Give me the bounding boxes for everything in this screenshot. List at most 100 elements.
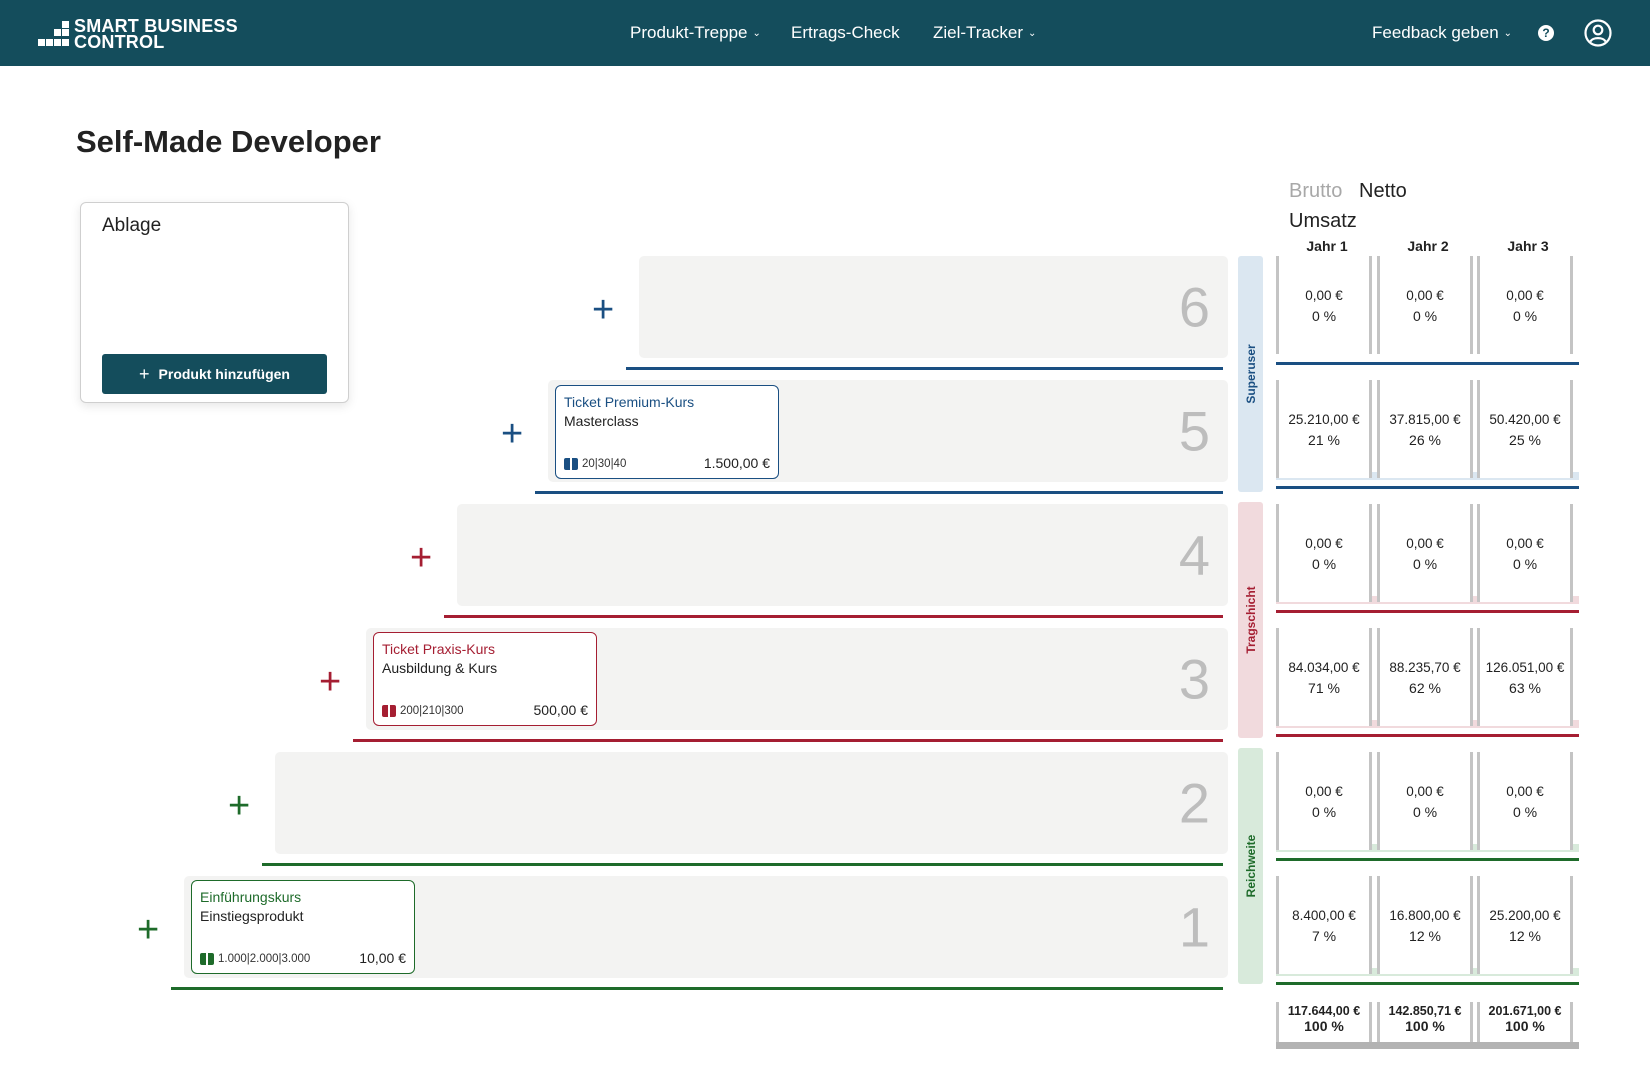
umsatz-percent: 0 % <box>1512 308 1538 324</box>
chevron-down-icon: ⌄ <box>1028 27 1037 39</box>
umsatz-percent: 0 % <box>1412 556 1438 572</box>
product-card-premium-kurs[interactable]: Ticket Premium-Kurs Masterclass 20|30|40… <box>555 385 779 479</box>
umsatz-title: Umsatz <box>1289 210 1357 232</box>
step-1-line <box>171 987 1223 990</box>
umsatz-value: 25.210,00 € <box>1288 412 1360 427</box>
step-number: 2 <box>1178 771 1210 835</box>
umsatz-value: 0,00 € <box>1506 784 1544 799</box>
add-to-step-4-plus-icon[interactable]: + <box>410 539 432 577</box>
umsatz-cell-step-6-jahr-3: 0,00 € 0 % <box>1477 256 1573 354</box>
toggle-netto[interactable]: Netto <box>1359 180 1407 203</box>
total-cell-jahr-3: 201.671,00 € 100 % <box>1477 1002 1573 1046</box>
umsatz-value: 16.800,00 € <box>1389 908 1461 923</box>
page-title: Self-Made Developer <box>76 124 381 159</box>
product-card-einfuehrungskurs[interactable]: Einführungskurs Einstiegsprodukt 1.000|2… <box>191 880 415 974</box>
toggle-brutto[interactable]: Brutto <box>1289 180 1342 203</box>
umsatz-percent: 0 % <box>1412 308 1438 324</box>
umsatz-percent: 0 % <box>1412 804 1438 820</box>
umsatz-cell-step-1-jahr-1: 8.400,00 € 7 % <box>1276 876 1372 974</box>
add-to-step-1-plus-icon[interactable]: + <box>137 911 159 949</box>
step-6: 6 <box>639 256 1228 358</box>
umsatz-cell-step-3-jahr-2: 88.235,70 € 62 % <box>1377 628 1473 726</box>
step-number: 1 <box>1178 895 1210 959</box>
step-2: 2 <box>275 752 1228 854</box>
umsatz-cell-step-6-jahr-2: 0,00 € 0 % <box>1377 256 1473 354</box>
umsatz-value: 88.235,70 € <box>1389 660 1461 675</box>
step-number: 5 <box>1178 399 1210 463</box>
umsatz-percent: 71 % <box>1308 680 1340 696</box>
umsatz-cell-step-6-jahr-1: 0,00 € 0 % <box>1276 256 1372 354</box>
logo-squares-icon <box>36 17 70 51</box>
umsatz-value: 0,00 € <box>1506 288 1544 303</box>
umsatz-percent: 62 % <box>1409 680 1441 696</box>
umsatz-value: 8.400,00 € <box>1292 908 1356 923</box>
logo[interactable]: SMART BUSINESS CONTROL <box>36 17 238 51</box>
umsatz-value: 37.815,00 € <box>1389 412 1461 427</box>
card-units: 1.000|2.000|3.000 <box>200 953 310 965</box>
umsatz-percent: 7 % <box>1311 928 1337 944</box>
ablage-panel: Ablage + Produkt hinzufügen <box>80 202 349 403</box>
umsatz-percent: 12 % <box>1509 928 1541 944</box>
nav-ertrags-check[interactable]: Ertrags-Check <box>791 0 900 66</box>
card-units: 200|210|300 <box>382 705 464 717</box>
umsatz-cell-step-2-jahr-2: 0,00 € 0 % <box>1377 752 1473 850</box>
umsatz-value: 126.051,00 € <box>1485 660 1565 675</box>
chevron-down-icon: ⌄ <box>752 27 761 39</box>
ablage-title: Ablage <box>102 215 162 236</box>
card-title: Ticket Premium-Kurs <box>564 394 695 410</box>
umsatz-cell-step-2-jahr-1: 0,00 € 0 % <box>1276 752 1372 850</box>
umsatz-value: 0,00 € <box>1506 536 1544 551</box>
tier-superuser: Superuser <box>1238 256 1263 492</box>
umsatz-percent: 0 % <box>1512 556 1538 572</box>
nav-feedback-geben[interactable]: Feedback geben ⌄ <box>1372 0 1512 66</box>
add-to-step-3-plus-icon[interactable]: + <box>319 663 341 701</box>
column-header-jahr-2: Jahr 2 <box>1407 238 1449 254</box>
umsatz-value: 50.420,00 € <box>1489 412 1561 427</box>
top-navigation-bar: SMART BUSINESS CONTROL Produkt-Treppe ⌄ E… <box>0 0 1650 66</box>
umsatz-cell-step-4-jahr-2: 0,00 € 0 % <box>1377 504 1473 602</box>
umsatz-percent: 12 % <box>1409 928 1441 944</box>
umsatz-value: 84.034,00 € <box>1288 660 1360 675</box>
product-card-praxis-kurs[interactable]: Ticket Praxis-Kurs Ausbildung & Kurs 200… <box>373 632 597 726</box>
add-to-step-5-plus-icon[interactable]: + <box>501 415 523 453</box>
row-line-step-2 <box>1276 858 1579 861</box>
umsatz-cell-step-1-jahr-2: 16.800,00 € 12 % <box>1377 876 1473 974</box>
help-icon[interactable]: ? <box>1538 25 1554 41</box>
total-cell-jahr-2: 142.850,71 € 100 % <box>1377 1002 1473 1046</box>
nav-ziel-tracker[interactable]: Ziel-Tracker ⌄ <box>933 0 1036 66</box>
card-price: 10,00 € <box>359 950 406 966</box>
card-price: 500,00 € <box>533 702 589 718</box>
plus-icon: + <box>139 363 150 384</box>
step-4: 4 <box>457 504 1228 606</box>
umsatz-percent: 21 % <box>1308 432 1340 448</box>
step-number: 4 <box>1178 523 1210 587</box>
chevron-down-icon: ⌄ <box>1503 27 1513 39</box>
card-price: 1.500,00 € <box>703 455 770 471</box>
user-account-icon[interactable] <box>1584 19 1612 47</box>
umsatz-percent: 0 % <box>1311 804 1337 820</box>
nav-produkt-treppe[interactable]: Produkt-Treppe ⌄ <box>630 0 761 66</box>
step-4-line <box>444 615 1223 618</box>
row-line-step-4 <box>1276 610 1579 613</box>
row-line-step-3 <box>1276 734 1579 737</box>
umsatz-cell-step-5-jahr-1: 25.210,00 € 21 % <box>1276 380 1372 478</box>
add-product-button[interactable]: + Produkt hinzufügen <box>102 354 327 394</box>
step-2-line <box>262 863 1223 866</box>
card-title: Einführungskurs <box>200 889 302 905</box>
umsatz-value: 0,00 € <box>1305 784 1343 799</box>
umsatz-percent: 0 % <box>1512 804 1538 820</box>
step-5-line <box>535 491 1223 494</box>
umsatz-value: 0,00 € <box>1406 536 1444 551</box>
card-units: 20|30|40 <box>564 458 626 470</box>
total-cell-jahr-1: 117.644,00 € 100 % <box>1276 1002 1372 1046</box>
total-bar <box>1276 1042 1579 1049</box>
add-to-step-6-plus-icon[interactable]: + <box>592 291 614 329</box>
umsatz-cell-step-2-jahr-3: 0,00 € 0 % <box>1477 752 1573 850</box>
add-to-step-2-plus-icon[interactable]: + <box>228 787 250 825</box>
umsatz-cell-step-5-jahr-2: 37.815,00 € 26 % <box>1377 380 1473 478</box>
umsatz-cell-step-3-jahr-1: 84.034,00 € 71 % <box>1276 628 1372 726</box>
umsatz-percent: 0 % <box>1311 308 1337 324</box>
column-header-jahr-3: Jahr 3 <box>1507 238 1549 254</box>
card-title: Ticket Praxis-Kurs <box>382 641 496 657</box>
umsatz-value: 0,00 € <box>1305 536 1343 551</box>
